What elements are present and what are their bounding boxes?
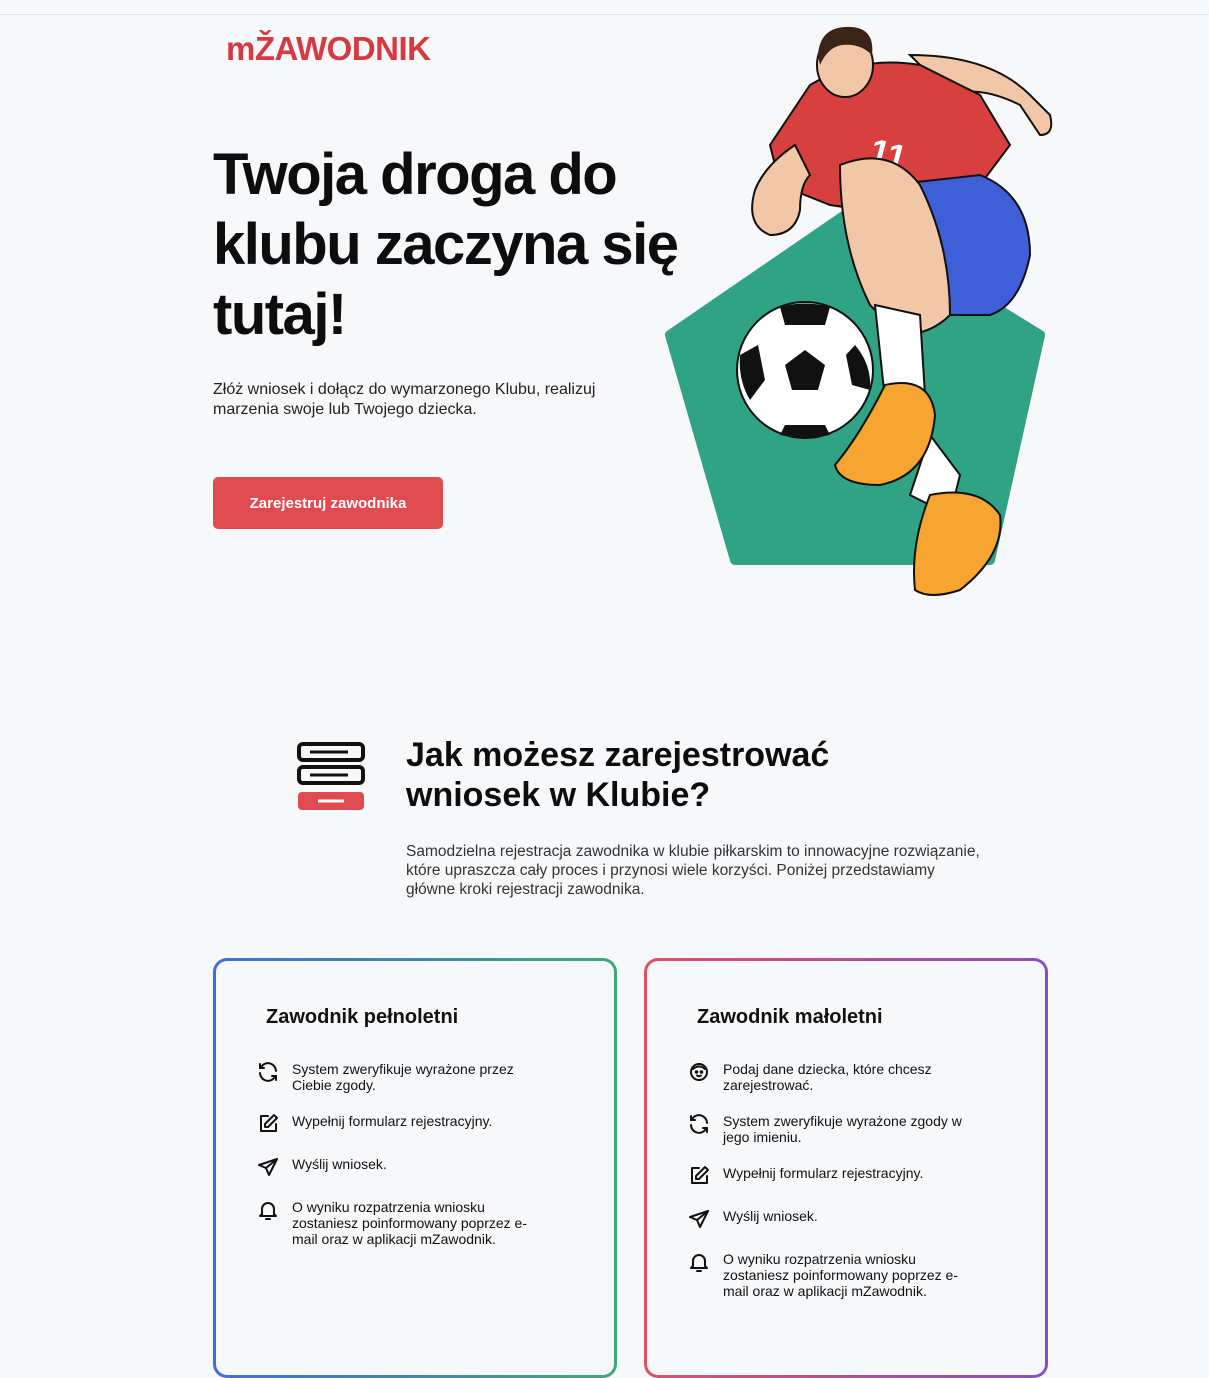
step-text: O wyniku rozpatrzenia wniosku zostaniesz… bbox=[292, 1199, 528, 1247]
section-description: Samodzielna rejestracja zawodnika w klub… bbox=[406, 843, 980, 898]
registration-form-icon bbox=[297, 742, 365, 810]
list-item: Wyślij wniosek. bbox=[256, 1154, 576, 1179]
list-item: O wyniku rozpatrzenia wniosku zostaniesz… bbox=[256, 1197, 576, 1247]
step-text: Wypełnij formularz rejestracyjny. bbox=[292, 1113, 493, 1129]
edit-icon bbox=[260, 1114, 278, 1132]
step-text: Wyślij wniosek. bbox=[292, 1156, 387, 1172]
steps-list: Podaj dane dziecka, które chcesz zarejes… bbox=[687, 1059, 1007, 1317]
brand-logo[interactable]: mŽAWODNIK bbox=[226, 30, 431, 68]
soccer-player-illustration: 11 bbox=[665, 26, 1053, 596]
step-text: System zweryfikuje wyrażone zgody w jego… bbox=[723, 1113, 962, 1145]
step-text: Wypełnij formularz rejestracyjny. bbox=[723, 1165, 924, 1181]
section-title: Jak możesz zarejestrować wniosek w Klubi… bbox=[406, 736, 830, 814]
steps-list: System zweryfikuje wyrażone przez Ciebie… bbox=[256, 1059, 576, 1265]
player-arm-front bbox=[751, 143, 812, 237]
card-title: Zawodnik małoletni bbox=[697, 1006, 883, 1028]
list-item: System zweryfikuje wyrażone zgody w jego… bbox=[687, 1111, 1007, 1145]
step-text: Podaj dane dziecka, które chcesz zarejes… bbox=[723, 1061, 932, 1093]
list-item: Podaj dane dziecka, które chcesz zarejes… bbox=[687, 1059, 1007, 1093]
ball-patch-top bbox=[780, 303, 830, 325]
list-item: System zweryfikuje wyrażone przez Ciebie… bbox=[256, 1059, 576, 1093]
list-item: O wyniku rozpatrzenia wniosku zostaniesz… bbox=[687, 1249, 1007, 1299]
edit-icon bbox=[691, 1166, 709, 1184]
hero-title: Twoja droga do klubu zaczyna się tutaj! bbox=[213, 142, 679, 347]
list-item: Wypełnij formularz rejestracyjny. bbox=[687, 1163, 1007, 1188]
card-adult-player: Zawodnik pełnoletni System zweryfikuje w… bbox=[213, 958, 617, 1378]
step-text: Wyślij wniosek. bbox=[723, 1208, 818, 1224]
card-title: Zawodnik pełnoletni bbox=[266, 1006, 459, 1028]
register-player-button[interactable]: Zarejestruj zawodnika bbox=[213, 477, 443, 529]
list-item: Wyślij wniosek. bbox=[687, 1206, 1007, 1231]
send-icon bbox=[689, 1210, 709, 1228]
list-item: Wypełnij formularz rejestracyjny. bbox=[256, 1111, 576, 1136]
step-text: System zweryfikuje wyrażone przez Ciebie… bbox=[292, 1061, 514, 1093]
refresh-icon bbox=[690, 1114, 708, 1134]
card-minor-player: Zawodnik małoletni Podaj dane dziecka, k… bbox=[644, 958, 1048, 1378]
player-boot-back bbox=[913, 491, 1002, 596]
step-text: O wyniku rozpatrzenia wniosku zostaniesz… bbox=[723, 1251, 959, 1299]
refresh-icon bbox=[259, 1062, 277, 1082]
hero-subtitle: Złóż wniosek i dołącz do wymarzonego Klu… bbox=[213, 381, 596, 418]
ball-patch-bottom bbox=[780, 425, 830, 438]
bell-icon bbox=[259, 1202, 277, 1220]
child-face-icon bbox=[690, 1063, 708, 1081]
bell-icon bbox=[690, 1254, 708, 1272]
send-icon bbox=[258, 1158, 278, 1176]
